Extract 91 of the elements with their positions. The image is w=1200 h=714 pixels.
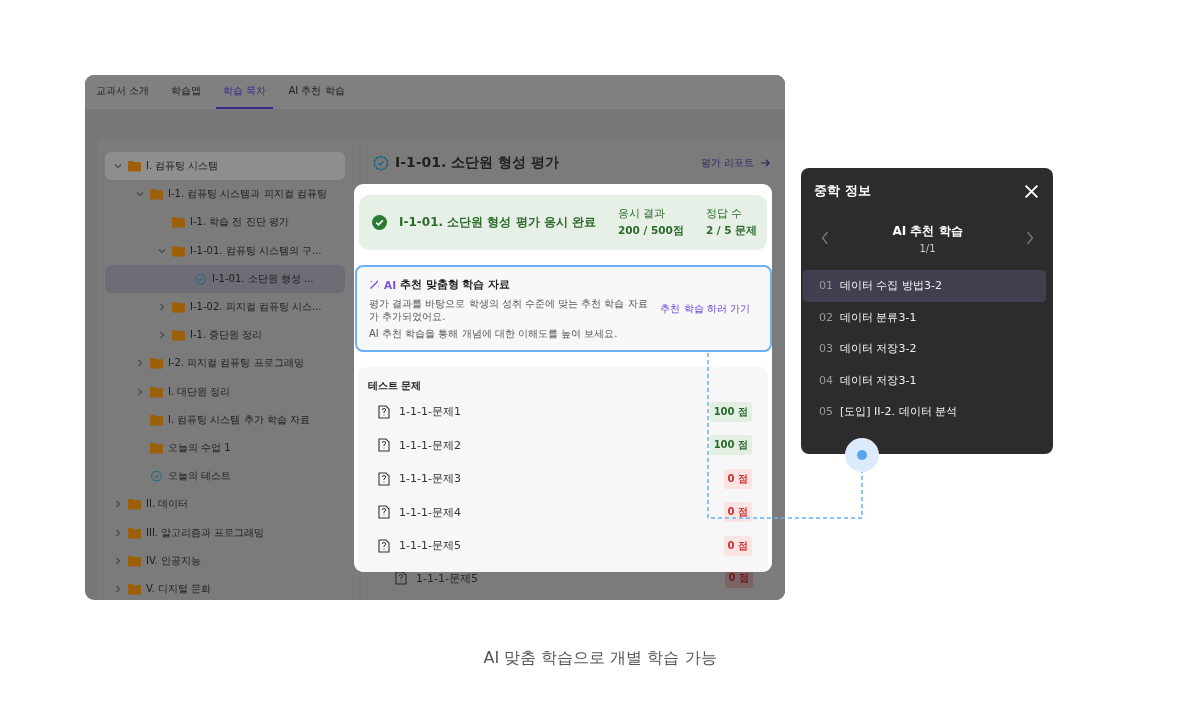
chevron-icon[interactable] xyxy=(113,527,123,538)
nav-tab[interactable]: 학습맵 xyxy=(164,75,209,109)
score-badge: 0 점 xyxy=(723,468,752,489)
question-title[interactable]: 1-1-1-문제3 xyxy=(399,471,461,487)
chevron-icon[interactable] xyxy=(157,302,167,313)
caption-text: AI 맞춤 학습으로 개별 학습 가능 xyxy=(482,648,718,669)
score-badge: 100 점 xyxy=(709,435,752,456)
next-icon[interactable] xyxy=(1026,231,1034,245)
arrow-right-icon xyxy=(760,158,771,168)
tree-item[interactable]: I-1-01. 컴퓨팅 시스템의 구... xyxy=(105,236,345,265)
report-link[interactable]: 평가 리포트 xyxy=(700,156,771,170)
recommendation-item[interactable]: 03 데이터 저장3-2 xyxy=(803,333,1046,365)
score-badge: 0 점 xyxy=(723,502,752,523)
recommendation-item[interactable]: 04 데이터 저장3-1 xyxy=(803,364,1046,396)
question-title[interactable]: 1-1-1-문제4 xyxy=(399,504,461,520)
question-file-icon xyxy=(378,538,390,553)
recommendation-item[interactable]: 02 데이터 분류3-1 xyxy=(803,301,1046,333)
folder-icon xyxy=(172,329,185,342)
ai-note: AI 추천 학습을 통해 개념에 대한 이해도를 높여 보세요. xyxy=(369,326,619,340)
folder-icon xyxy=(150,188,163,201)
chevron-icon[interactable] xyxy=(113,499,123,510)
question-title[interactable]: 1-1-1-문제5 xyxy=(399,538,461,554)
chevron-icon[interactable] xyxy=(157,330,167,341)
question-file-icon xyxy=(378,471,390,486)
recommend-link[interactable]: 추천 학습 하러 가기 xyxy=(660,301,750,316)
stat-label: 응시 결과 xyxy=(617,207,667,221)
section-heading: 테스트 문제 xyxy=(368,379,423,393)
folder-icon xyxy=(128,582,141,595)
check-badge-icon xyxy=(373,155,389,171)
ai-box-title: 추천 맞춤형 학습 자료 xyxy=(400,277,510,292)
nav-tab[interactable]: 교과서 소개 xyxy=(89,75,157,109)
question-file-icon xyxy=(378,438,390,453)
tree-item[interactable]: II. 데이터 xyxy=(105,490,345,519)
question-file-icon xyxy=(378,505,390,520)
stat-label: 정답 수 xyxy=(705,207,744,221)
chevron-icon[interactable] xyxy=(135,386,145,397)
score-badge: 0 점 xyxy=(723,535,752,556)
folder-icon xyxy=(172,244,185,257)
question-file-icon xyxy=(378,404,390,419)
question-file-icon xyxy=(395,571,407,585)
chevron-icon[interactable] xyxy=(113,583,123,594)
check-badge-icon xyxy=(194,272,207,285)
previous-icon[interactable] xyxy=(821,231,829,245)
tree-item[interactable]: I. 컴퓨팅 시스템 xyxy=(105,152,345,181)
popup-title: 중학 정보 xyxy=(814,182,871,200)
folder-icon xyxy=(172,216,185,229)
chevron-icon[interactable] xyxy=(113,555,123,566)
tree-item[interactable]: I-1-01. 소단원 형성 ... xyxy=(105,264,345,293)
tree-item[interactable]: III. 알고리즘과 프로그래밍 xyxy=(105,518,345,547)
nav-tab[interactable]: AI 추천 학습 xyxy=(281,75,352,109)
tree-item[interactable]: I. 대단원 정리 xyxy=(105,377,345,406)
tree-item[interactable]: I-1. 중단원 정리 xyxy=(105,321,345,350)
tree-item[interactable]: I-1-02. 피지컬 컴퓨팅 시스... xyxy=(105,292,345,322)
folder-icon xyxy=(150,357,163,370)
tree-item[interactable]: 오늘의 테스트 xyxy=(105,462,345,491)
tree-item[interactable]: 오늘의 수업 1 xyxy=(105,433,345,463)
folder-icon xyxy=(172,301,185,314)
result-title: I-1-01. 소단원 형성 평가 응시 완료 xyxy=(399,214,596,231)
tree-item[interactable]: I-1. 학습 전 진단 평가 xyxy=(105,208,345,237)
folder-icon xyxy=(128,498,141,511)
ai-label: AI xyxy=(384,278,397,291)
check-circle-icon xyxy=(372,215,387,230)
tree-item[interactable]: I. 컴퓨팅 시스템 추가 학습 자료 xyxy=(105,405,345,434)
check-badge-icon xyxy=(150,470,163,483)
tree-item[interactable]: IV. 인공지능 xyxy=(105,546,345,575)
question-title[interactable]: 1-1-1-문제2 xyxy=(399,437,461,453)
tree-item[interactable]: I-2. 피지컬 컴퓨팅 프로그래밍 xyxy=(105,349,345,378)
folder-icon xyxy=(150,441,163,454)
folder-icon xyxy=(150,385,163,398)
folder-icon xyxy=(128,554,141,567)
folder-icon xyxy=(128,526,141,539)
tree-item[interactable]: I-1. 컴퓨팅 시스템과 피지컬 컴퓨팅 xyxy=(105,180,345,209)
magic-wand-icon xyxy=(369,279,380,290)
close-button[interactable] xyxy=(1022,182,1040,200)
anchor-dot-icon xyxy=(844,437,880,473)
ai-description: 평가 결과를 바탕으로 학생의 성취 수준에 맞는 추천 학습 자료가 추가되었어요. xyxy=(369,296,649,323)
page-indicator: 1/1 xyxy=(919,242,936,254)
nav-tab[interactable]: 학습 목차 xyxy=(216,75,274,109)
recommendation-item[interactable]: 05 [도입] II-2. 데이터 분석 xyxy=(803,396,1046,428)
chevron-icon[interactable] xyxy=(135,358,145,369)
tree-item[interactable]: V. 디지털 문화 xyxy=(105,574,345,600)
page-title: I-1-01. 소단원 형성 평가 xyxy=(395,154,559,172)
score-badge: 100 점 xyxy=(709,401,752,422)
folder-icon xyxy=(150,413,163,426)
stat-value: 200 / 500점 xyxy=(617,224,684,238)
section-title: AI 추천 학습 xyxy=(892,222,963,240)
question-title[interactable]: 1-1-1-문제1 xyxy=(399,404,461,420)
question-title: 1-1-1-문제5 xyxy=(416,570,478,586)
recommendation-item[interactable]: 01 데이터 수집 방법3-2 xyxy=(803,270,1046,302)
stat-value: 2 / 5 문제 xyxy=(705,224,758,238)
folder-icon xyxy=(128,160,141,173)
